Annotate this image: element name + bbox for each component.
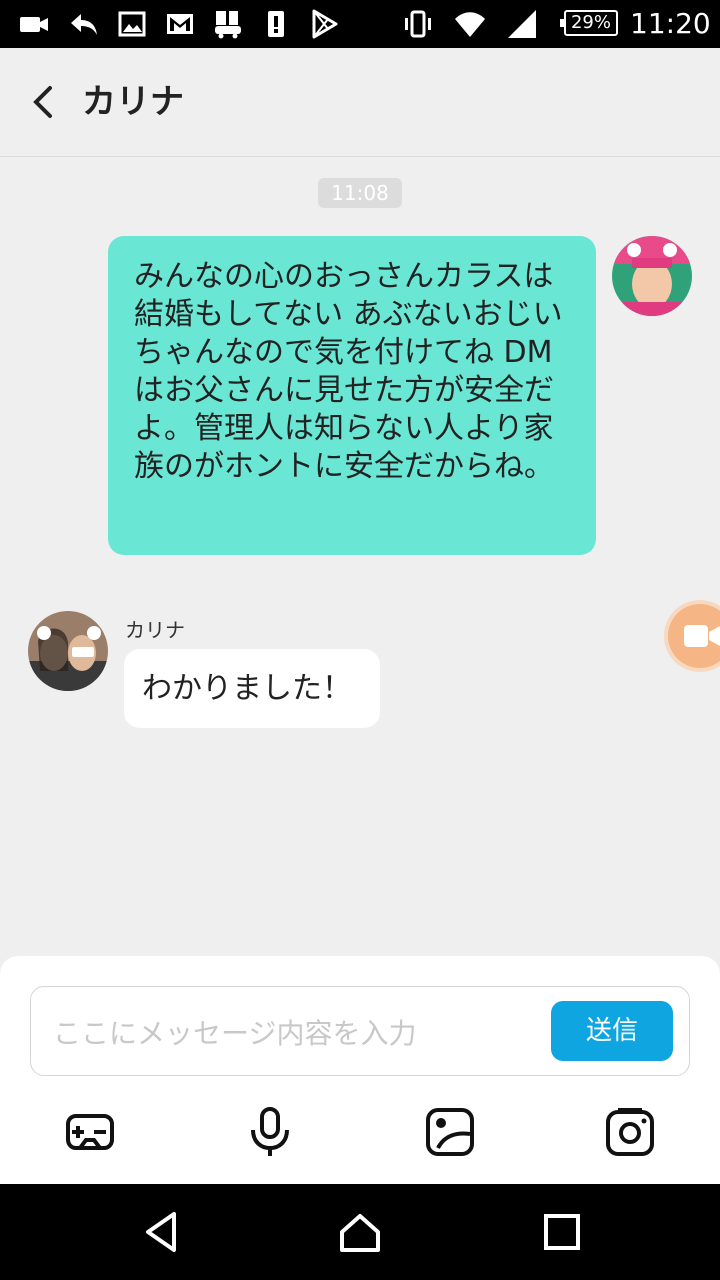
gmail-icon xyxy=(164,8,196,40)
reply-icon xyxy=(68,8,100,40)
alert-icon xyxy=(260,8,292,40)
home-nav-icon[interactable] xyxy=(338,1210,382,1254)
microphone-icon[interactable] xyxy=(244,1106,296,1158)
image-icon xyxy=(116,8,148,40)
my-avatar[interactable] xyxy=(612,236,692,316)
contact-avatar[interactable] xyxy=(28,611,108,691)
outgoing-message-bubble[interactable]: みんなの心のおっさんカラスは結婚もしてない あぶないおじいちゃんなので気を付けて… xyxy=(108,236,596,555)
clock: 11:20 xyxy=(630,7,711,40)
camera-icon[interactable] xyxy=(604,1106,656,1158)
signal-icon xyxy=(506,8,538,40)
video-camera-icon xyxy=(684,625,720,647)
vibrate-icon xyxy=(402,8,434,40)
video-call-button[interactable] xyxy=(668,604,720,668)
screen: 29% 11:20 カリナ 11:08 みんなの心のおっさんカラスは結婚もしてな… xyxy=(0,0,720,1280)
video-icon xyxy=(18,8,50,40)
chat-header: カリナ xyxy=(0,48,720,157)
battery-indicator: 29% xyxy=(560,10,618,36)
message-input-box: 送信 xyxy=(30,986,690,1076)
incoming-message-bubble[interactable]: わかりました！ xyxy=(124,649,380,728)
back-nav-icon[interactable] xyxy=(140,1210,184,1254)
wifi-icon xyxy=(454,8,486,40)
sticker-icon[interactable] xyxy=(424,1106,476,1158)
send-button[interactable]: 送信 xyxy=(551,1001,673,1061)
page-title: カリナ xyxy=(82,82,184,122)
gamepad-icon[interactable] xyxy=(64,1106,116,1158)
message-timestamp: 11:08 xyxy=(318,178,402,208)
back-button[interactable] xyxy=(22,78,62,126)
chevron-left-icon xyxy=(33,86,52,118)
calendar-icon xyxy=(212,8,244,40)
navigation-bar xyxy=(0,1184,720,1280)
status-bar: 29% 11:20 xyxy=(0,0,720,48)
message-input[interactable] xyxy=(51,1005,545,1061)
message-composer: 送信 xyxy=(0,956,720,1184)
play-store-icon xyxy=(308,8,340,40)
recents-nav-icon[interactable] xyxy=(540,1210,584,1254)
sender-name: カリナ xyxy=(125,618,185,642)
